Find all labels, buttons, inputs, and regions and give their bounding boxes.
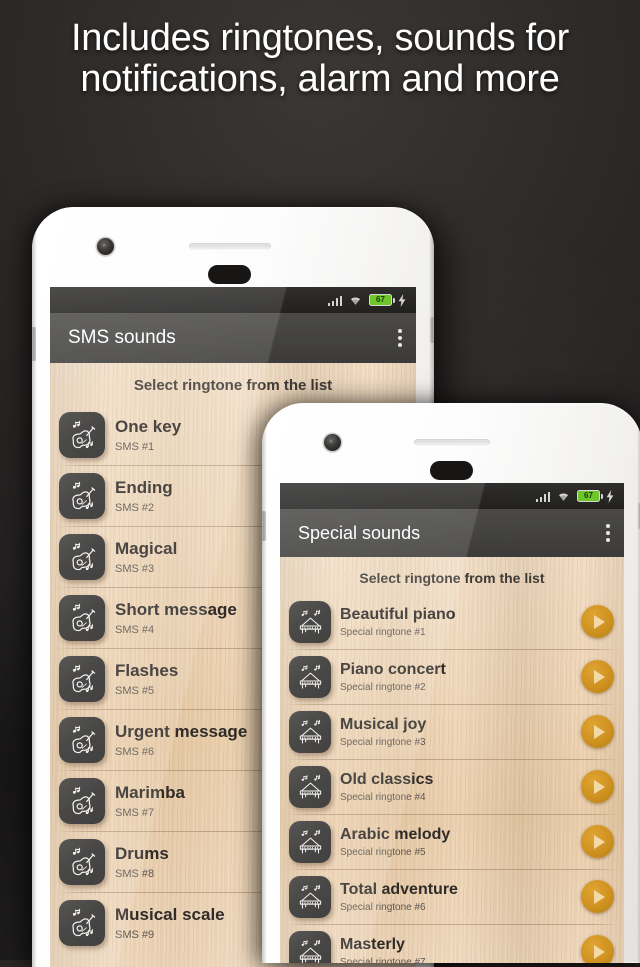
front-camera-icon-2 bbox=[324, 434, 341, 451]
list-item-title: Musical joy bbox=[340, 715, 427, 733]
wifi-icon-2 bbox=[559, 493, 568, 501]
headline-line-1: Includes ringtones, sounds for bbox=[71, 17, 569, 59]
kebab-menu-icon-2[interactable] bbox=[606, 524, 610, 542]
sensor-pill bbox=[208, 265, 251, 284]
list-item-text: Musical joy Special ringtone #3 bbox=[340, 716, 572, 748]
phone-one-status-bar: 67 bbox=[50, 287, 416, 313]
list-item-title: Masterly bbox=[340, 935, 405, 953]
wifi-icon bbox=[351, 297, 360, 305]
guitar-music-icon bbox=[59, 838, 105, 885]
charging-bolt-icon bbox=[398, 293, 406, 307]
volume-button-left-2[interactable] bbox=[262, 511, 266, 541]
list-item[interactable]: Old classics Special ringtone #4 bbox=[280, 759, 624, 814]
signal-bars-icon bbox=[327, 295, 342, 306]
grand-piano-music-icon bbox=[289, 875, 331, 918]
grand-piano-music-icon bbox=[289, 600, 331, 643]
battery-icon-2: 67 bbox=[577, 490, 603, 502]
list-item-subtitle: Special ringtone #1 bbox=[340, 626, 426, 638]
play-button-icon[interactable] bbox=[581, 825, 614, 858]
battery-level-label: 67 bbox=[376, 295, 385, 304]
list-item[interactable]: Total adventure Special ringtone #6 bbox=[280, 869, 624, 924]
list-item-text: Total adventure Special ringtone #6 bbox=[340, 881, 572, 913]
guitar-music-icon bbox=[59, 655, 105, 702]
guitar-music-icon bbox=[59, 533, 105, 580]
battery-icon: 67 bbox=[369, 294, 395, 306]
list-item-title: Arabic melody bbox=[340, 825, 451, 843]
signal-bars-icon-2 bbox=[535, 491, 550, 502]
phone-two-screen: 67 Special sounds Select ringtone from t… bbox=[280, 483, 624, 963]
guitar-music-icon bbox=[59, 777, 105, 824]
phone-two-list-header: Select ringtone from the list bbox=[359, 570, 545, 586]
list-item[interactable]: Arabic melody Special ringtone #5 bbox=[280, 814, 624, 869]
list-item-text: Masterly Special ringtone #7 bbox=[340, 936, 572, 964]
list-item-title: Old classics bbox=[340, 770, 434, 788]
grand-piano-music-icon bbox=[289, 710, 331, 753]
earpiece-speaker-2 bbox=[414, 439, 490, 446]
grand-piano-music-icon bbox=[289, 655, 331, 698]
play-button-icon[interactable] bbox=[581, 935, 614, 963]
list-item[interactable]: Masterly Special ringtone #7 bbox=[280, 924, 624, 963]
kebab-menu-icon[interactable] bbox=[398, 329, 402, 347]
list-item-title: Total adventure bbox=[340, 880, 458, 898]
front-camera-icon bbox=[97, 238, 114, 255]
phone-two-toolbar: Special sounds bbox=[280, 509, 624, 557]
list-item[interactable]: Beautiful piano Special ringtone #1 bbox=[280, 594, 624, 649]
play-button-icon[interactable] bbox=[581, 880, 614, 913]
guitar-music-icon bbox=[59, 716, 105, 763]
list-item[interactable]: Musical joy Special ringtone #3 bbox=[280, 704, 624, 759]
list-item-title: Piano concert bbox=[340, 660, 446, 678]
grand-piano-music-icon bbox=[289, 765, 331, 808]
phone-two-list-container[interactable]: Select ringtone from the list Beautiful … bbox=[280, 557, 624, 963]
battery-level-label-2: 67 bbox=[584, 491, 593, 500]
list-item-subtitle: Special ringtone #4 bbox=[340, 791, 426, 803]
volume-button-left[interactable] bbox=[32, 327, 36, 361]
guitar-music-icon bbox=[59, 472, 105, 519]
grand-piano-music-icon bbox=[289, 930, 331, 963]
headline-line-2: notifications, alarm and more bbox=[80, 57, 560, 100]
phone-one-toolbar: SMS sounds bbox=[50, 313, 416, 363]
earpiece-speaker bbox=[189, 243, 271, 250]
list-item-text: Arabic melody Special ringtone #5 bbox=[340, 826, 572, 858]
phone-two-ringtone-list: Beautiful piano Special ringtone #1 Piano … bbox=[280, 594, 624, 963]
list-item-text: Old classics Special ringtone #4 bbox=[340, 771, 572, 803]
list-item-text: Beautiful piano Special ringtone #1 bbox=[340, 606, 572, 638]
phone-two-status-bar: 67 bbox=[280, 483, 624, 509]
list-item-title: Beautiful piano bbox=[340, 605, 456, 623]
list-item-subtitle: Special ringtone #5 bbox=[340, 846, 426, 858]
guitar-music-icon bbox=[59, 899, 105, 946]
play-button-icon[interactable] bbox=[581, 605, 614, 638]
phone-one-list-header: Select ringtone from the list bbox=[133, 377, 333, 394]
grand-piano-music-icon bbox=[289, 820, 331, 863]
charging-bolt-icon-2 bbox=[606, 489, 614, 503]
promo-headline: Includes ringtones, sounds for notificat… bbox=[0, 18, 640, 99]
list-item-subtitle: Special ringtone #6 bbox=[340, 901, 426, 913]
phone-mockup-special-sounds: 67 Special sounds Select ringtone from t… bbox=[262, 403, 640, 963]
list-item-subtitle: Special ringtone #3 bbox=[340, 736, 426, 748]
play-button-icon[interactable] bbox=[581, 660, 614, 693]
guitar-music-icon bbox=[59, 594, 105, 641]
power-button-right[interactable] bbox=[430, 317, 434, 343]
play-button-icon[interactable] bbox=[581, 770, 614, 803]
list-item[interactable]: Piano concert Special ringtone #2 bbox=[280, 649, 624, 704]
guitar-music-icon bbox=[59, 411, 105, 458]
list-item-text: Piano concert Special ringtone #2 bbox=[340, 661, 572, 693]
phone-one-title: SMS sounds bbox=[68, 327, 176, 348]
phone-two-title: Special sounds bbox=[298, 522, 421, 543]
list-item-subtitle: Special ringtone #2 bbox=[340, 681, 426, 693]
play-button-icon[interactable] bbox=[581, 715, 614, 748]
sensor-pill-2 bbox=[430, 461, 473, 480]
